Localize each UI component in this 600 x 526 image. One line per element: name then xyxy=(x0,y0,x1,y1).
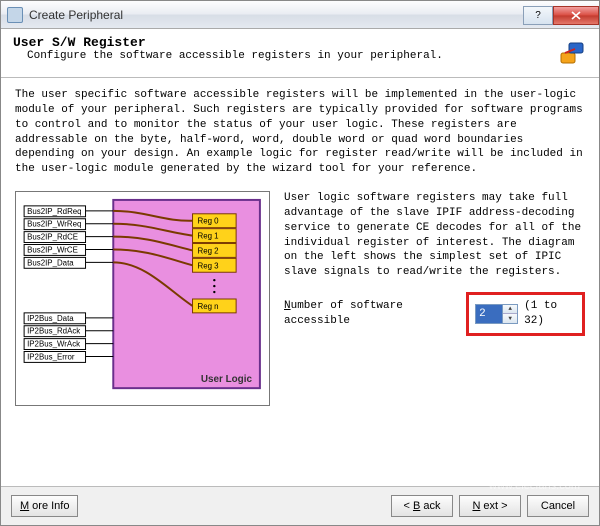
wizard-content: The user specific software accessible re… xyxy=(1,78,599,486)
svg-text:Bus2IP_RdCE: Bus2IP_RdCE xyxy=(27,233,78,242)
svg-text:Reg 2: Reg 2 xyxy=(197,246,218,255)
wizard-header: User S/W Register Configure the software… xyxy=(1,29,599,78)
peripheral-icon xyxy=(555,37,587,69)
next-button[interactable]: Next > xyxy=(459,495,521,517)
num-registers-spinner[interactable]: ▲ ▼ xyxy=(475,304,518,324)
svg-text:Reg 1: Reg 1 xyxy=(197,232,219,241)
svg-text:IP2Bus_RdAck: IP2Bus_RdAck xyxy=(27,327,80,336)
svg-text:IP2Bus_Error: IP2Bus_Error xyxy=(27,352,75,361)
right-column: User logic software registers may take f… xyxy=(284,191,585,406)
svg-text:Bus2IP_WrCE: Bus2IP_WrCE xyxy=(27,245,78,254)
more-info-button[interactable]: More Info xyxy=(11,495,78,517)
svg-text:Reg n: Reg n xyxy=(197,302,218,311)
svg-text:Bus2IP_WrReq: Bus2IP_WrReq xyxy=(27,220,81,229)
wizard-footer: More Info < Back Next > Cancel xyxy=(1,486,599,525)
page-title: User S/W Register xyxy=(13,35,555,50)
range-text: (1 to 32) xyxy=(524,299,576,329)
app-icon xyxy=(7,7,23,23)
dialog-window: Create Peripheral ? User S/W Register Co… xyxy=(0,0,600,526)
titlebar: Create Peripheral ? xyxy=(1,1,599,29)
window-title: Create Peripheral xyxy=(29,8,123,22)
svg-text:IP2Bus_Data: IP2Bus_Data xyxy=(27,314,74,323)
page-subtitle: Configure the software accessible regist… xyxy=(13,50,555,62)
svg-text:IP2Bus_WrAck: IP2Bus_WrAck xyxy=(27,340,80,349)
close-icon xyxy=(571,11,581,20)
cancel-button[interactable]: Cancel xyxy=(527,495,589,517)
spinner-down[interactable]: ▼ xyxy=(503,314,517,323)
highlight-box: ▲ ▼ (1 to 32) xyxy=(466,292,585,336)
help-button[interactable]: ? xyxy=(523,6,553,25)
back-button[interactable]: < Back xyxy=(391,495,453,517)
close-button[interactable] xyxy=(553,6,599,25)
svg-text:Bus2IP_RdReq: Bus2IP_RdReq xyxy=(27,207,81,216)
intro-text: The user specific software accessible re… xyxy=(15,88,585,177)
svg-text:User Logic: User Logic xyxy=(201,374,253,385)
svg-text:Reg 3: Reg 3 xyxy=(197,261,219,270)
num-registers-input[interactable] xyxy=(476,305,502,323)
num-registers-label: Number of software accessible xyxy=(284,299,462,329)
window-controls: ? xyxy=(523,5,599,25)
diagram-svg: User Logic Bus2IP_RdReq Bus2IP_WrReq Bus… xyxy=(16,192,269,405)
right-desc: User logic software registers may take f… xyxy=(284,191,585,280)
svg-text:Bus2IP_Data: Bus2IP_Data xyxy=(27,258,74,267)
diagram: User Logic Bus2IP_RdReq Bus2IP_WrReq Bus… xyxy=(15,191,270,406)
spinner-up[interactable]: ▲ xyxy=(503,305,517,315)
svg-text:Reg 0: Reg 0 xyxy=(197,217,219,226)
